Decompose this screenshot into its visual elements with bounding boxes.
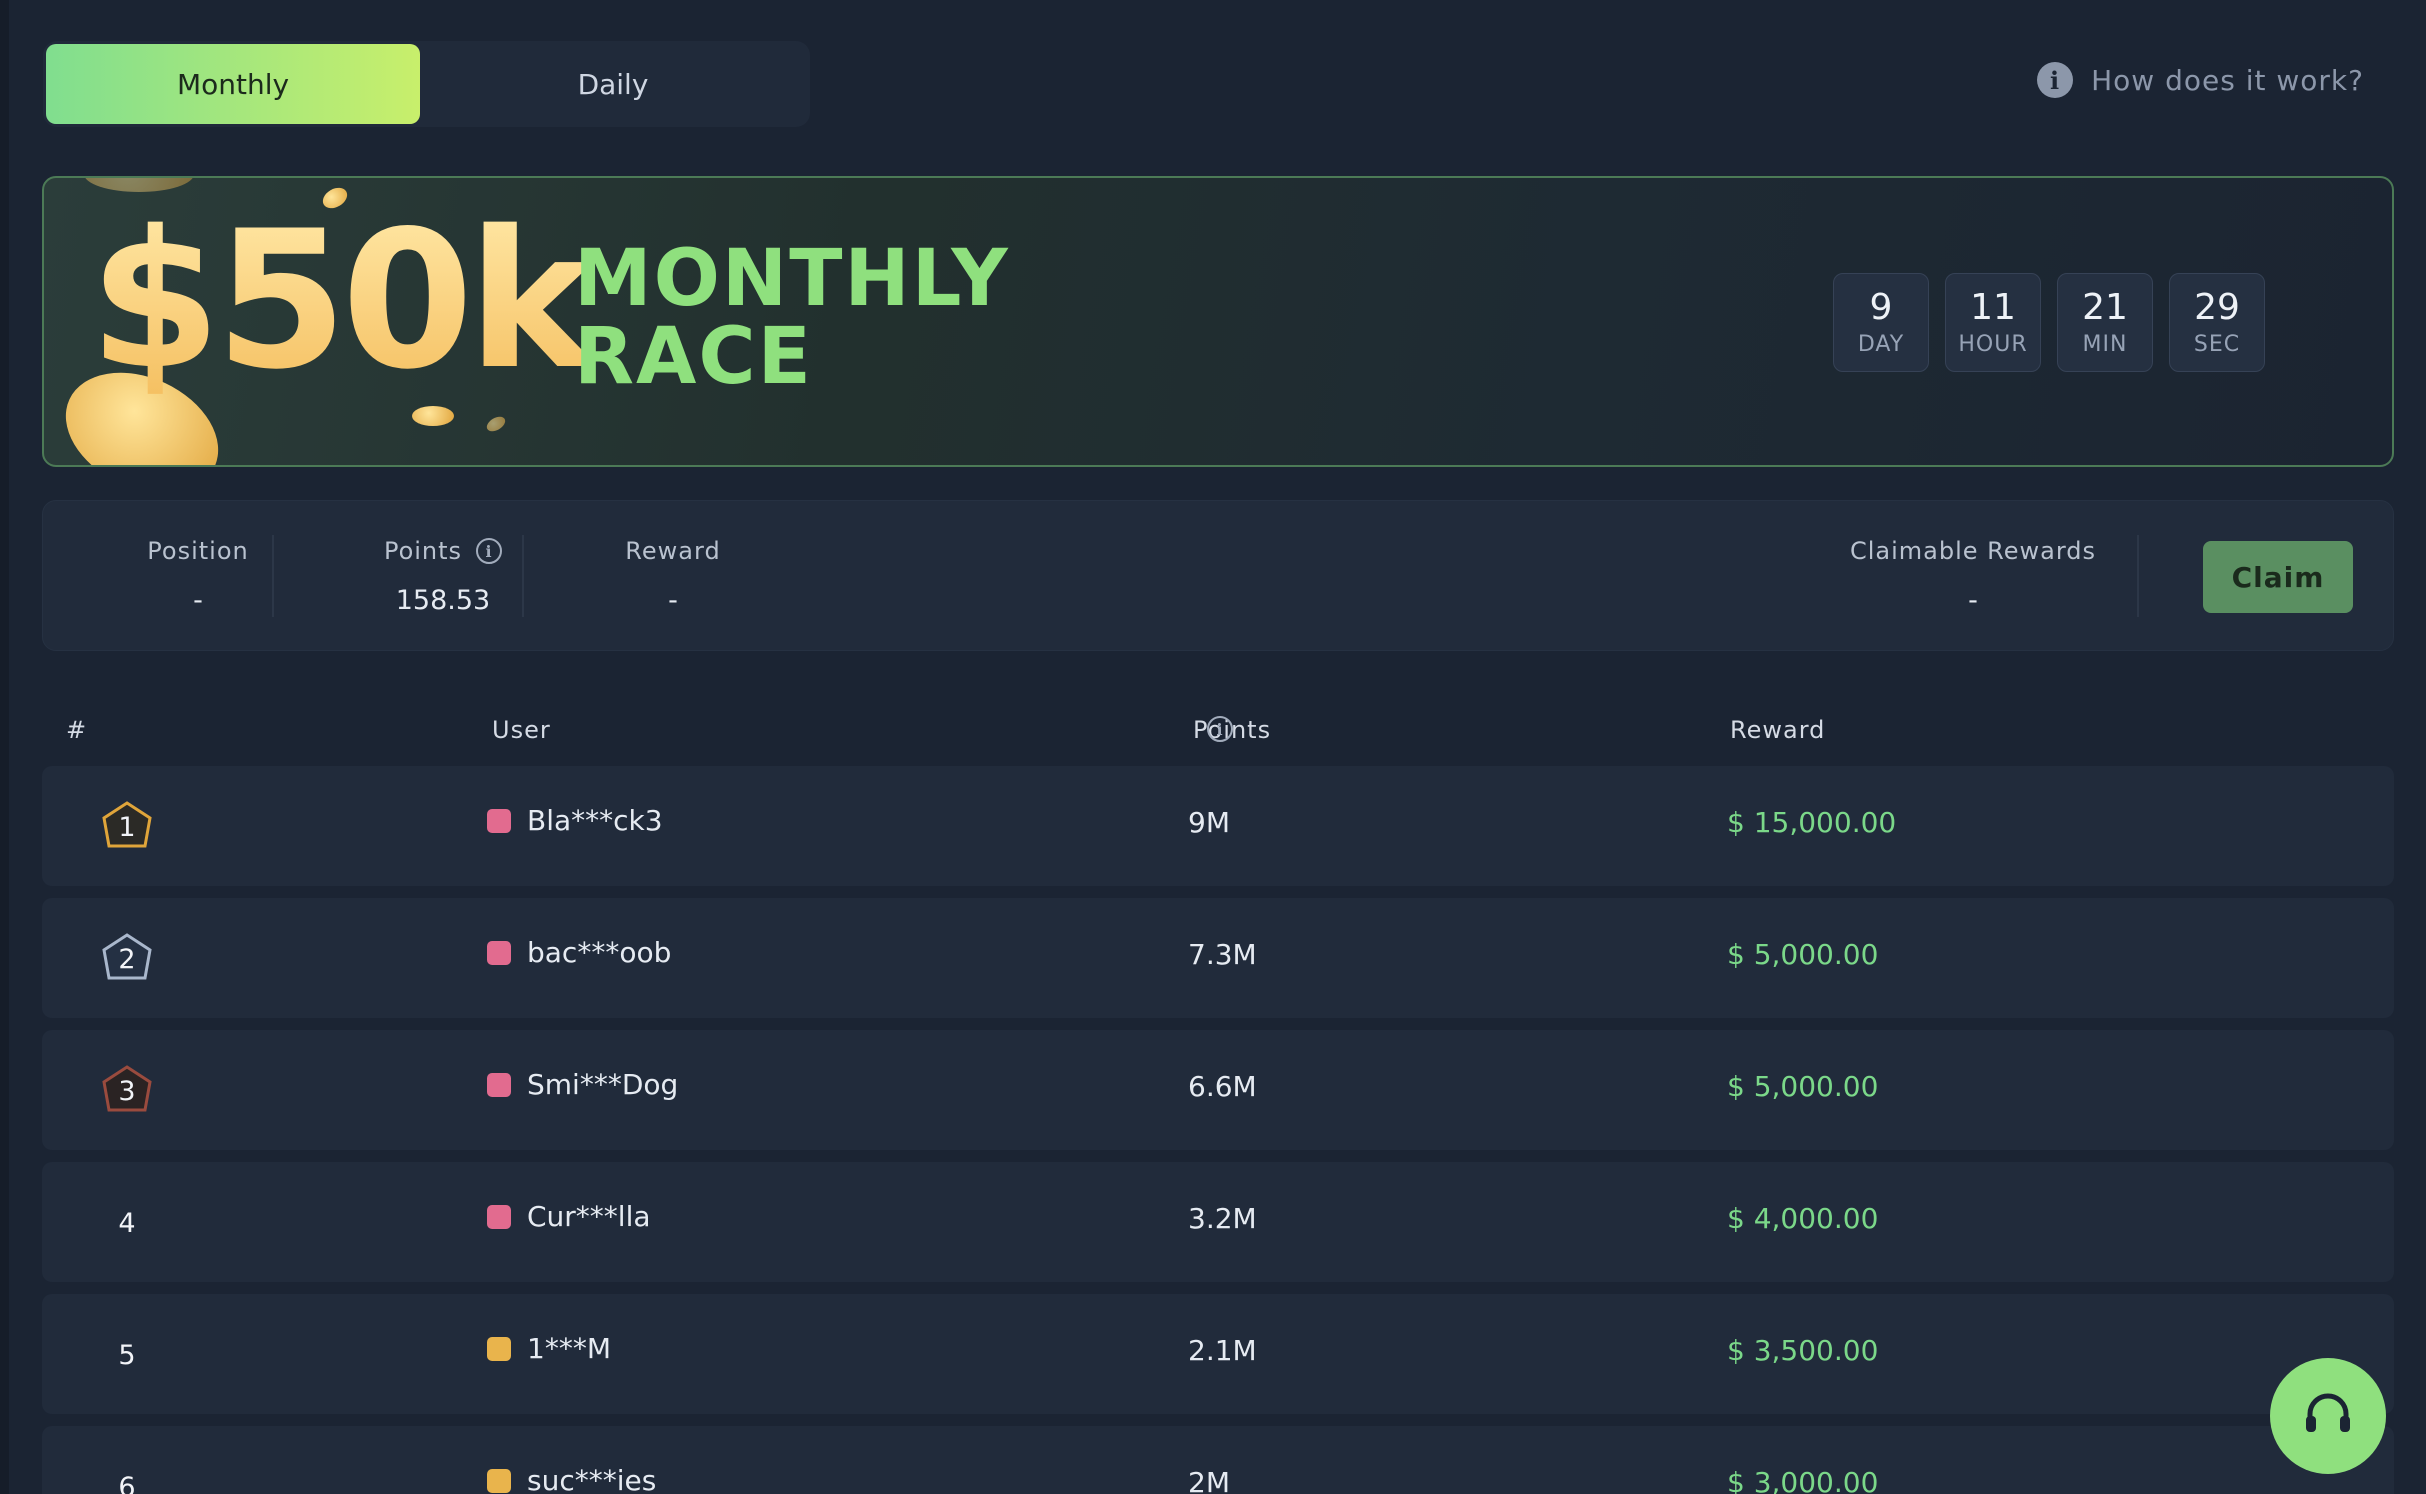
leaderboard-points: 6.6M: [1188, 1070, 1257, 1103]
leaderboard-row: 5 1***M 2.1M $ 3,500.00: [42, 1294, 2394, 1414]
countdown-seconds: 29 SEC: [2169, 273, 2265, 372]
leaderboard-reward: $ 3,000.00: [1727, 1466, 1879, 1494]
stat-claimable-rewards: Claimable Rewards -: [1849, 537, 2097, 616]
leaderboard-points: 7.3M: [1188, 938, 1257, 971]
leaderboard-reward: $ 5,000.00: [1727, 1070, 1879, 1103]
claim-button[interactable]: Claim: [2203, 541, 2353, 613]
leaderboard-points: 3.2M: [1188, 1202, 1257, 1235]
leaderboard-row: 3 Smi***Dog 6.6M $ 5,000.00: [42, 1030, 2394, 1150]
leaderboard-header: # User Points i Reward: [0, 716, 2426, 746]
stat-points: Points i 158.53: [323, 537, 563, 616]
leaderboard-reward: $ 4,000.00: [1727, 1202, 1879, 1235]
user-avatar-icon: [487, 808, 511, 833]
leaderboard-user: Smi***Dog: [487, 1068, 678, 1101]
leaderboard-user: Bla***ck3: [487, 804, 663, 837]
leaderboard-user: bac***oob: [487, 936, 671, 969]
how-it-works-link[interactable]: i How does it work?: [2037, 62, 2364, 98]
leaderboard-row: 6 suc***ies 2M $ 3,000.00: [42, 1426, 2394, 1494]
header-user: User: [492, 716, 551, 744]
countdown-hours: 11 HOUR: [1945, 273, 2041, 372]
tab-daily[interactable]: Daily: [426, 44, 800, 124]
header-points: Points i: [1193, 716, 1272, 744]
header-rank: #: [66, 716, 88, 744]
stat-reward: Reward -: [625, 537, 721, 616]
rank-number: 6: [118, 1471, 136, 1494]
rank-badge-bronze: 3: [100, 1064, 154, 1118]
tab-monthly[interactable]: Monthly: [46, 44, 420, 124]
countdown-minutes: 21 MIN: [2057, 273, 2153, 372]
leaderboard-reward: $ 5,000.00: [1727, 938, 1879, 971]
race-title-line1: MONTHLY: [574, 234, 1010, 324]
leaderboard-reward: $ 3,500.00: [1727, 1334, 1879, 1367]
divider: [2137, 535, 2139, 617]
headset-icon: [2306, 1393, 2350, 1432]
user-avatar-icon: [487, 940, 511, 965]
leaderboard-row: 4 Cur***lla 3.2M $ 4,000.00: [42, 1162, 2394, 1282]
user-avatar-icon: [487, 1072, 511, 1097]
race-banner: $50k MONTHLY RACE 9 DAY 11 HOUR 21 MIN 2…: [42, 176, 2394, 467]
leaderboard-points: 2M: [1188, 1466, 1230, 1494]
leaderboard-row: 1 Bla***ck3 9M $ 15,000.00: [42, 766, 2394, 886]
rank-number: 4: [118, 1207, 136, 1239]
left-edge: [0, 0, 9, 1494]
leaderboard-points: 2.1M: [1188, 1334, 1257, 1367]
user-avatar-icon: [487, 1468, 511, 1493]
leaderboard-user: Cur***lla: [487, 1200, 651, 1233]
race-period-tabs: Monthly Daily: [43, 41, 810, 127]
leaderboard-user: 1***M: [487, 1332, 611, 1365]
prize-amount: $50k: [89, 190, 594, 411]
user-stats-panel: Position - Points i 158.53 Reward - Clai…: [42, 500, 2394, 651]
leaderboard-user: suc***ies: [487, 1464, 656, 1494]
support-chat-button[interactable]: [2270, 1358, 2386, 1474]
leaderboard-points: 9M: [1188, 806, 1230, 839]
rank-number: 5: [118, 1339, 136, 1371]
race-title: MONTHLY RACE: [574, 240, 1010, 396]
how-it-works-label: How does it work?: [2091, 63, 2364, 97]
header-reward: Reward: [1730, 716, 1826, 744]
user-avatar-icon: [487, 1204, 511, 1229]
info-icon: i: [2037, 62, 2074, 98]
race-title-line2: RACE: [574, 312, 813, 402]
stat-position: Position -: [147, 537, 249, 616]
user-avatar-icon: [487, 1336, 511, 1361]
points-info-icon[interactable]: i: [1207, 716, 1233, 742]
leaderboard-reward: $ 15,000.00: [1727, 806, 1897, 839]
countdown-timer: 9 DAY 11 HOUR 21 MIN 29 SEC: [1833, 273, 2265, 372]
countdown-days: 9 DAY: [1833, 273, 1929, 372]
leaderboard-row: 2 bac***oob 7.3M $ 5,000.00: [42, 898, 2394, 1018]
divider: [272, 535, 274, 617]
points-info-icon[interactable]: i: [476, 538, 503, 564]
coin-icon: [484, 413, 508, 435]
rank-badge-gold: 1: [100, 800, 154, 854]
rank-badge-silver: 2: [100, 932, 154, 986]
divider: [522, 535, 524, 617]
